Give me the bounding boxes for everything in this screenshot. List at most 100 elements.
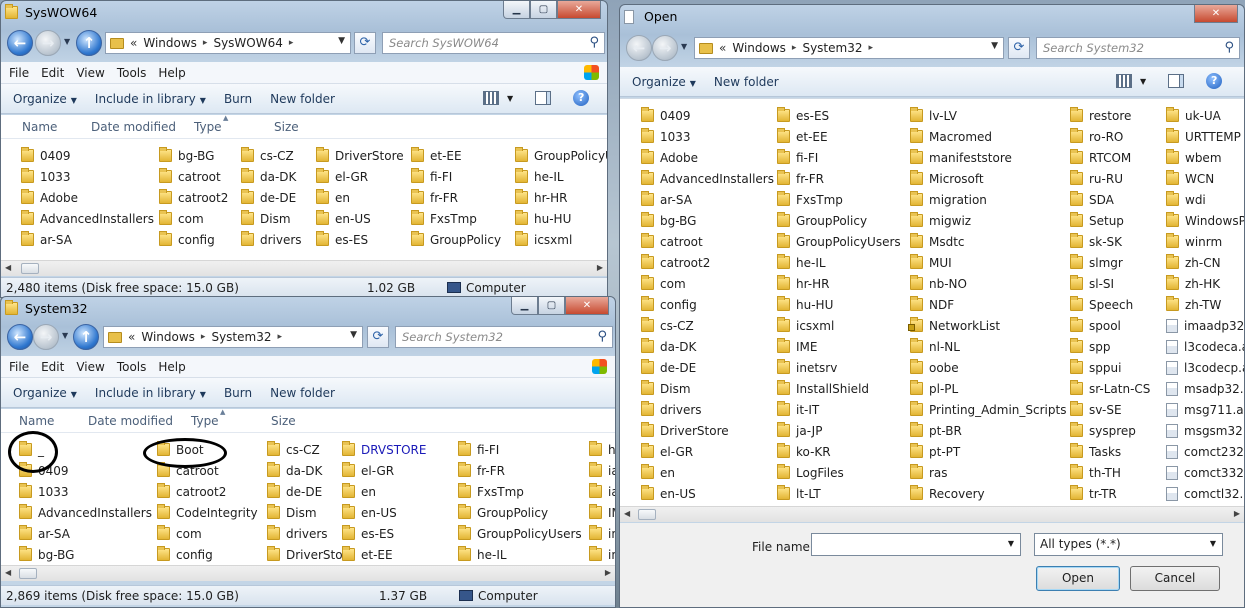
list-item[interactable]: hr-HR [777,273,901,294]
list-item[interactable]: spp [1070,336,1150,357]
list-item[interactable]: drivers [241,229,302,250]
history-dropdown-icon[interactable]: ▼ [64,37,70,46]
list-item[interactable]: ras [910,462,1066,483]
list-item[interactable]: sv-SE [1070,399,1150,420]
list-item[interactable]: LogFiles [777,462,901,483]
list-item[interactable]: migration [910,189,1066,210]
col-size[interactable]: Size [271,414,296,428]
col-name[interactable]: Name [19,414,54,428]
list-item[interactable]: ar-SA [21,229,154,250]
burn-button[interactable]: Burn [224,92,252,106]
search-input[interactable]: Search System32 ⚲ [1036,37,1240,59]
crumb-separator-icon[interactable]: ▸ [289,38,294,48]
list-item[interactable]: fr-FR [458,460,582,481]
list-item[interactable]: hu-HU [515,208,607,229]
scroll-right-icon[interactable]: ▶ [597,263,603,272]
list-item[interactable]: catroot [641,231,774,252]
list-item[interactable]: sr-Latn-CS [1070,378,1150,399]
crumb-syswow64[interactable]: SysWOW64 [213,36,282,50]
list-item[interactable]: fi-FI [777,147,901,168]
list-item[interactable]: msgsm32.ac [1166,420,1244,441]
list-item[interactable]: GroupPolicy [458,502,582,523]
help-icon[interactable]: ? [573,90,590,106]
list-item[interactable]: sppui [1070,357,1150,378]
list-item[interactable]: in [589,544,615,565]
list-item[interactable]: zh-HK [1166,273,1244,294]
list-item[interactable]: hr [589,439,615,460]
list-item[interactable]: ar-SA [19,523,152,544]
crumb-system32[interactable]: System32 [802,41,862,55]
crumb-separator-icon[interactable]: ▸ [203,38,208,48]
horizontal-scrollbar[interactable]: ◀ ▶ [1,260,607,276]
list-item[interactable]: tr-TR [1070,483,1150,504]
maximize-button[interactable]: ▢ [538,297,565,315]
file-name-input[interactable]: ▼ [811,533,1021,556]
list-item[interactable]: fr-FR [411,187,501,208]
list-item[interactable]: 1033 [21,166,154,187]
list-item[interactable]: es-ES [316,229,404,250]
menu-edit[interactable]: Edit [41,66,64,80]
view-dropdown-icon[interactable]: ▼ [507,94,513,103]
list-item[interactable]: catroot2 [157,481,258,502]
list-item[interactable]: el-GR [342,460,426,481]
search-icon[interactable]: ⚲ [597,329,607,344]
list-item[interactable]: cs-CZ [241,145,302,166]
list-item[interactable]: comct332.o [1166,462,1244,483]
list-item[interactable]: GroupPolicyUsers [777,231,901,252]
list-item[interactable]: ias [589,460,615,481]
list-item[interactable]: spool [1070,315,1150,336]
address-bar[interactable]: « Windows ▸ System32 ▸ ▼ [103,326,363,348]
crumb-separator-icon[interactable]: ▸ [277,332,282,342]
list-item[interactable]: NetworkList [908,315,1066,336]
history-dropdown-icon[interactable]: ▼ [681,42,687,51]
new-folder-button[interactable]: New folder [270,92,335,106]
list-item[interactable]: AdvancedInstallers [19,502,152,523]
list-item[interactable]: th-TH [1070,462,1150,483]
new-folder-button[interactable]: New folder [270,386,335,400]
horizontal-scrollbar[interactable]: ◀ ▶ [620,506,1244,522]
list-item[interactable]: GroupPolicy [411,229,501,250]
list-item[interactable]: config [641,294,774,315]
file-type-select[interactable]: All types (*.*) ▼ [1034,533,1223,556]
list-item[interactable]: CodeIntegrity [157,502,258,523]
list-item[interactable]: bg-BG [641,210,774,231]
crumb-system32[interactable]: System32 [211,330,271,344]
list-item[interactable]: GroupPolicyUsers [458,523,582,544]
list-item[interactable]: Dism [241,208,302,229]
menu-tools[interactable]: Tools [117,360,147,374]
menu-help[interactable]: Help [158,360,185,374]
open-titlebar[interactable]: Open ✕ [620,5,1244,31]
organize-button[interactable]: Organize ▼ [13,386,77,400]
col-size[interactable]: Size [274,120,299,134]
menu-file[interactable]: File [9,360,29,374]
list-item[interactable]: in [589,523,615,544]
new-folder-button[interactable]: New folder [714,75,779,89]
list-item[interactable]: URTTEMP [1166,126,1244,147]
list-item[interactable]: com [157,523,258,544]
include-in-library-button[interactable]: Include in library ▼ [95,386,206,400]
list-item[interactable]: fi-FI [411,166,501,187]
list-item[interactable]: en-US [316,208,404,229]
menu-view[interactable]: View [76,360,104,374]
list-item[interactable]: oobe [910,357,1066,378]
list-item[interactable]: GroupPolicy [777,210,901,231]
col-type[interactable]: Type [194,120,222,134]
list-item[interactable]: ro-RO [1070,126,1150,147]
cancel-button[interactable]: Cancel [1130,566,1220,591]
address-bar[interactable]: « Windows ▸ SysWOW64 ▸ ▼ [105,32,351,54]
minimize-button[interactable]: ▁ [511,297,538,315]
list-item[interactable]: config [159,229,228,250]
crumb-separator-icon[interactable]: ▸ [868,43,873,53]
list-item[interactable]: 0409 [21,145,154,166]
change-view-icon[interactable] [483,91,499,105]
minimize-button[interactable]: ▁ [503,1,530,19]
list-item[interactable]: da-DK [241,166,302,187]
list-item[interactable]: DriverStore [641,420,774,441]
list-item[interactable]: pt-PT [910,441,1066,462]
col-date[interactable]: Date modified [88,414,173,428]
list-item[interactable]: Speech [1070,294,1150,315]
crumb-windows[interactable]: Windows [143,36,197,50]
list-item[interactable]: IME [777,336,901,357]
list-item[interactable]: Adobe [641,147,774,168]
refresh-button[interactable]: ⟳ [367,326,389,348]
